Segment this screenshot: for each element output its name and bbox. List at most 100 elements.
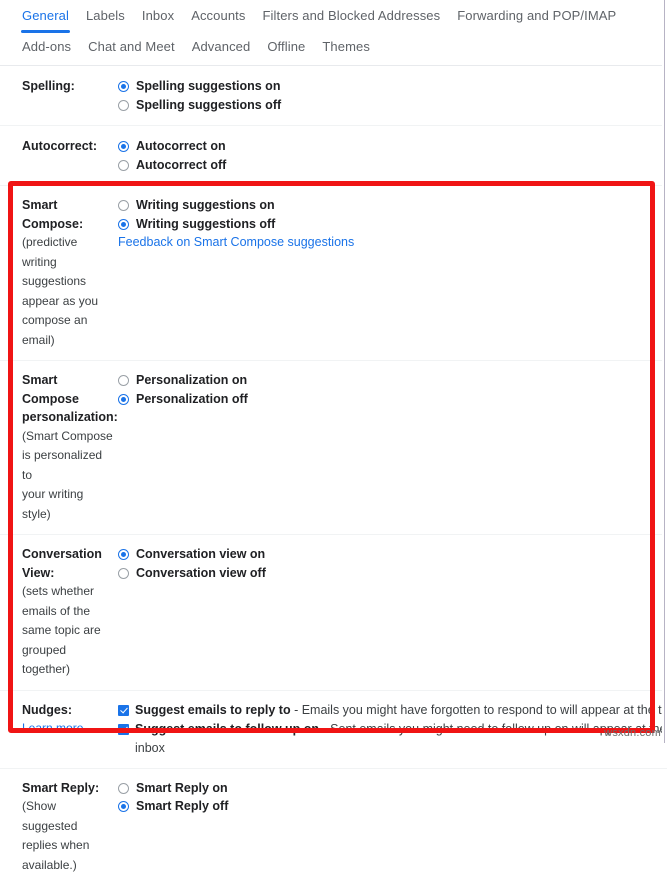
conversation-view-option-off-label: Conversation view off	[136, 564, 266, 583]
conversation-view-options: Conversation view on Conversation view o…	[118, 545, 667, 582]
smart-compose-option-on-label: Writing suggestions on	[136, 196, 275, 215]
smart-reply-option-off-label: Smart Reply off	[136, 797, 228, 816]
nudges-reply-to-desc: - Emails you might have forgotten to res…	[291, 703, 667, 717]
smart-compose-personalization-desc-line2: is personalized to	[22, 446, 114, 485]
spelling-option-on[interactable]: Spelling suggestions on	[118, 77, 667, 96]
nudges-learn-more-link[interactable]: Learn more	[22, 719, 114, 739]
autocorrect-option-off-label: Autocorrect off	[136, 156, 226, 175]
nudges-option-follow-up-on[interactable]: Suggest emails to follow up on - Sent em…	[118, 720, 667, 739]
radio-smart-compose-off-icon[interactable]	[118, 219, 129, 230]
tab-advanced[interactable]: Advanced	[192, 40, 262, 61]
smart-compose-personalization-label-column: Smart Compose personalization: (Smart Co…	[22, 371, 118, 524]
setting-row-smart-reply: Smart Reply: (Show suggested replies whe…	[0, 769, 667, 885]
conversation-view-option-on[interactable]: Conversation view on	[118, 545, 667, 564]
tab-row-secondary: Add-ons Chat and Meet Advanced Offline T…	[0, 30, 667, 61]
conversation-view-desc-line1: (sets whether	[22, 582, 114, 602]
smart-reply-options: Smart Reply on Smart Reply off	[118, 779, 667, 816]
smart-reply-desc-line2: replies when	[22, 836, 114, 856]
nudges-option-reply-to[interactable]: Suggest emails to reply to - Emails you …	[118, 701, 667, 720]
smart-compose-personalization-option-on[interactable]: Personalization on	[118, 371, 667, 390]
smart-compose-options: Writing suggestions on Writing suggestio…	[118, 196, 667, 253]
conversation-view-label-line1: Conversation	[22, 545, 114, 564]
personalization-option-off-label: Personalization off	[136, 390, 248, 409]
smart-compose-option-off[interactable]: Writing suggestions off	[118, 215, 667, 234]
radio-personalization-off-icon[interactable]	[118, 394, 129, 405]
smart-compose-label-column: Smart Compose: (predictive writing sugge…	[22, 196, 118, 350]
tab-labels[interactable]: Labels	[86, 9, 136, 30]
radio-spelling-on-icon[interactable]	[118, 81, 129, 92]
settings-tab-bar: General Labels Inbox Accounts Filters an…	[0, 0, 667, 66]
spelling-label-column: Spelling:	[22, 77, 118, 96]
tab-inbox[interactable]: Inbox	[142, 9, 185, 30]
smart-compose-desc-line5: email)	[22, 331, 114, 351]
smart-compose-personalization-label-line1: Smart Compose	[22, 371, 114, 408]
radio-autocorrect-on-icon[interactable]	[118, 141, 129, 152]
tab-forwarding-and-pop-imap[interactable]: Forwarding and POP/IMAP	[457, 9, 627, 30]
setting-row-smart-compose-personalization: Smart Compose personalization: (Smart Co…	[0, 361, 667, 535]
spelling-option-off[interactable]: Spelling suggestions off	[118, 96, 667, 115]
radio-conversation-view-on-icon[interactable]	[118, 549, 129, 560]
smart-compose-feedback-link[interactable]: Feedback on Smart Compose suggestions	[118, 233, 667, 253]
smart-compose-desc-line3: appear as you	[22, 292, 114, 312]
conversation-view-desc-line3: same topic are	[22, 621, 114, 641]
setting-row-nudges: Nudges: Learn more Suggest emails to rep…	[0, 691, 667, 769]
smart-compose-personalization-options: Personalization on Personalization off	[118, 371, 667, 408]
setting-row-autocorrect: Autocorrect: Autocorrect on Autocorrect …	[0, 126, 667, 186]
autocorrect-option-on[interactable]: Autocorrect on	[118, 137, 667, 156]
autocorrect-option-off[interactable]: Autocorrect off	[118, 156, 667, 175]
radio-autocorrect-off-icon[interactable]	[118, 160, 129, 171]
conversation-view-option-on-label: Conversation view on	[136, 545, 265, 564]
tab-row-primary: General Labels Inbox Accounts Filters an…	[0, 0, 667, 30]
radio-smart-reply-off-icon[interactable]	[118, 801, 129, 812]
tab-add-ons[interactable]: Add-ons	[22, 40, 82, 61]
smart-compose-personalization-desc-line3: your writing style)	[22, 485, 114, 524]
nudges-follow-up-text: Suggest emails to follow up on - Sent em…	[135, 720, 667, 739]
autocorrect-option-on-label: Autocorrect on	[136, 137, 226, 156]
nudges-options: Suggest emails to reply to - Emails you …	[118, 701, 667, 758]
smart-reply-label-column: Smart Reply: (Show suggested replies whe…	[22, 779, 118, 876]
radio-smart-compose-on-icon[interactable]	[118, 200, 129, 211]
radio-spelling-off-icon[interactable]	[118, 100, 129, 111]
conversation-view-label-line2: View:	[22, 564, 114, 583]
conversation-view-option-off[interactable]: Conversation view off	[118, 564, 667, 583]
spelling-option-off-label: Spelling suggestions off	[136, 96, 281, 115]
setting-row-conversation-view: Conversation View: (sets whether emails …	[0, 535, 667, 691]
smart-compose-personalization-option-off[interactable]: Personalization off	[118, 390, 667, 409]
tab-offline[interactable]: Offline	[267, 40, 316, 61]
setting-row-smart-compose: Smart Compose: (predictive writing sugge…	[0, 186, 667, 361]
spelling-option-on-label: Spelling suggestions on	[136, 77, 280, 96]
smart-compose-label-line1: Smart	[22, 196, 114, 215]
radio-personalization-on-icon[interactable]	[118, 375, 129, 386]
radio-smart-reply-on-icon[interactable]	[118, 783, 129, 794]
smart-compose-label-line2: Compose:	[22, 215, 114, 234]
autocorrect-label-column: Autocorrect:	[22, 137, 118, 156]
smart-compose-option-on[interactable]: Writing suggestions on	[118, 196, 667, 215]
personalization-option-on-label: Personalization on	[136, 371, 247, 390]
watermark-label: wsxdn.com	[604, 727, 661, 739]
tab-chat-and-meet[interactable]: Chat and Meet	[88, 40, 186, 61]
tab-filters-and-blocked-addresses[interactable]: Filters and Blocked Addresses	[262, 9, 451, 30]
conversation-view-desc-line2: emails of the	[22, 602, 114, 622]
checkbox-suggest-emails-to-reply-to-icon[interactable]	[118, 705, 129, 716]
nudges-reply-to-bold: Suggest emails to reply to	[135, 703, 291, 717]
conversation-view-desc-line4: grouped together)	[22, 641, 114, 680]
nudges-follow-up-bold: Suggest emails to follow up on	[135, 722, 319, 736]
smart-reply-option-on[interactable]: Smart Reply on	[118, 779, 667, 798]
nudges-label-column: Nudges: Learn more	[22, 701, 118, 739]
nudges-label: Nudges:	[22, 701, 114, 720]
autocorrect-options: Autocorrect on Autocorrect off	[118, 137, 667, 174]
smart-compose-desc-line4: compose an	[22, 311, 114, 331]
smart-compose-personalization-label-line2: personalization:	[22, 408, 114, 427]
tab-accounts[interactable]: Accounts	[191, 9, 256, 30]
nudges-reply-to-text: Suggest emails to reply to - Emails you …	[135, 701, 667, 720]
tab-general[interactable]: General	[22, 9, 80, 30]
smart-compose-desc-line1: (predictive writing	[22, 233, 114, 272]
smart-reply-option-off[interactable]: Smart Reply off	[118, 797, 667, 816]
radio-conversation-view-off-icon[interactable]	[118, 568, 129, 579]
setting-row-spelling: Spelling: Spelling suggestions on Spelli…	[0, 66, 667, 126]
tab-themes[interactable]: Themes	[322, 40, 381, 61]
checkbox-suggest-emails-to-follow-up-on-icon[interactable]	[118, 724, 129, 735]
smart-reply-label: Smart Reply:	[22, 779, 114, 798]
general-settings-list: Spelling: Spelling suggestions on Spelli…	[0, 66, 667, 885]
conversation-view-label-column: Conversation View: (sets whether emails …	[22, 545, 118, 680]
